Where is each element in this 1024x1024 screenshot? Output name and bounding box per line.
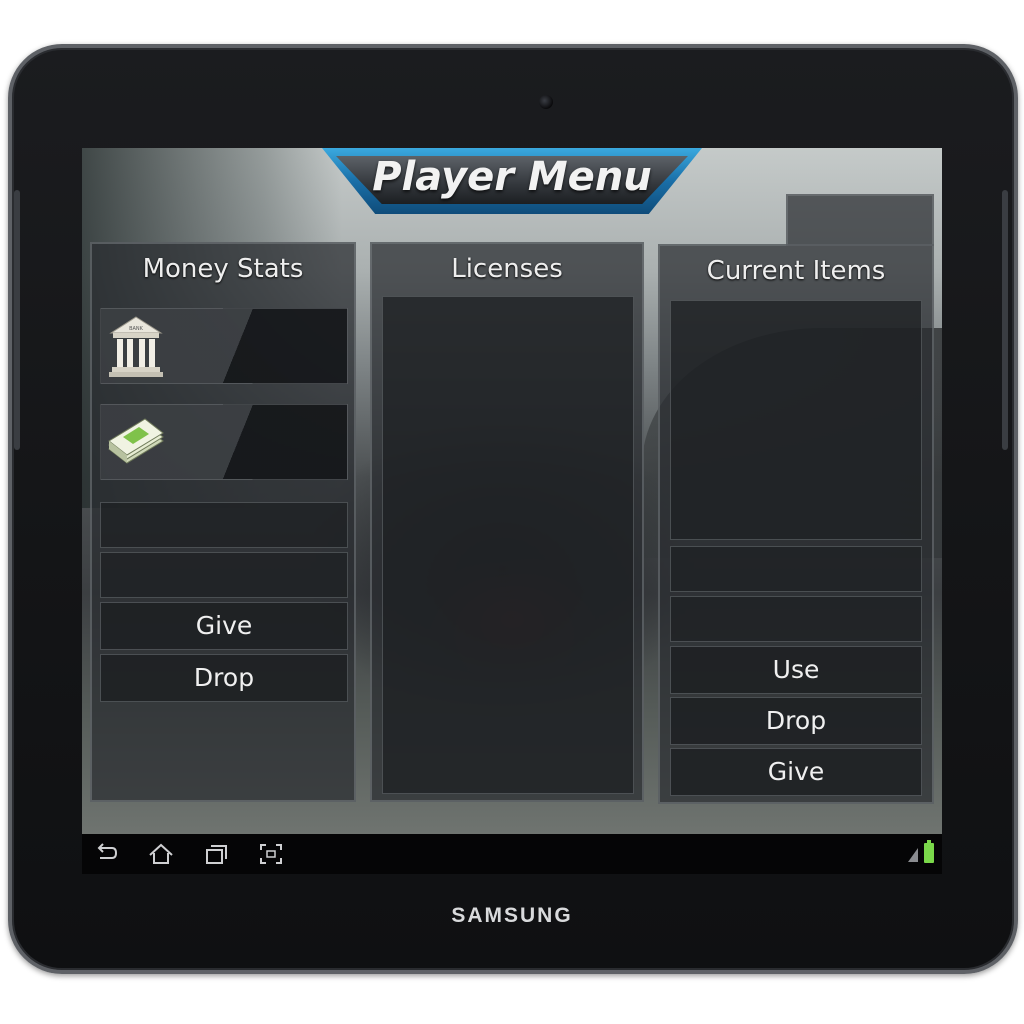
home-icon[interactable] xyxy=(148,842,174,866)
side-button-left xyxy=(14,190,20,450)
battery-icon xyxy=(924,840,934,863)
screen: Player Menu Money Stats BANK Give Drop L… xyxy=(82,148,942,874)
bank-balance-row: BANK xyxy=(100,308,348,384)
signal-icon xyxy=(908,848,918,862)
cash-icon xyxy=(108,418,164,464)
title-banner: Player Menu xyxy=(322,148,702,214)
item-amount-input[interactable] xyxy=(670,546,922,592)
money-give-button[interactable]: Give xyxy=(100,602,348,650)
cash-balance-row xyxy=(100,404,348,480)
item-drop-button[interactable]: Drop xyxy=(670,697,922,745)
front-camera xyxy=(539,95,553,109)
money-stats-title: Money Stats xyxy=(142,254,304,284)
money-amount-input[interactable] xyxy=(100,502,348,548)
current-items-panel: Current Items Use Drop Give xyxy=(658,244,934,804)
player-select[interactable] xyxy=(100,552,348,598)
back-icon[interactable] xyxy=(94,842,120,866)
licenses-title: Licenses xyxy=(451,254,563,284)
item-give-button[interactable]: Give xyxy=(670,748,922,796)
screenshot-icon[interactable] xyxy=(258,842,284,866)
money-drop-button[interactable]: Drop xyxy=(100,654,348,702)
system-nav-bar xyxy=(82,834,942,874)
recent-apps-icon[interactable] xyxy=(204,842,230,866)
items-list[interactable] xyxy=(670,300,922,540)
page-title: Player Menu xyxy=(372,154,652,200)
brand-logo: SAMSUNG xyxy=(451,904,573,927)
side-button-right xyxy=(1002,190,1008,450)
bank-icon: BANK xyxy=(109,316,163,377)
item-player-select[interactable] xyxy=(670,596,922,642)
item-use-button[interactable]: Use xyxy=(670,646,922,694)
licenses-list[interactable] xyxy=(382,296,634,794)
current-items-title: Current Items xyxy=(706,256,886,286)
money-stats-panel: Money Stats BANK Give Drop xyxy=(90,242,356,802)
svg-text:BANK: BANK xyxy=(129,326,144,332)
items-panel-tab xyxy=(786,194,934,246)
licenses-panel: Licenses xyxy=(370,242,644,802)
